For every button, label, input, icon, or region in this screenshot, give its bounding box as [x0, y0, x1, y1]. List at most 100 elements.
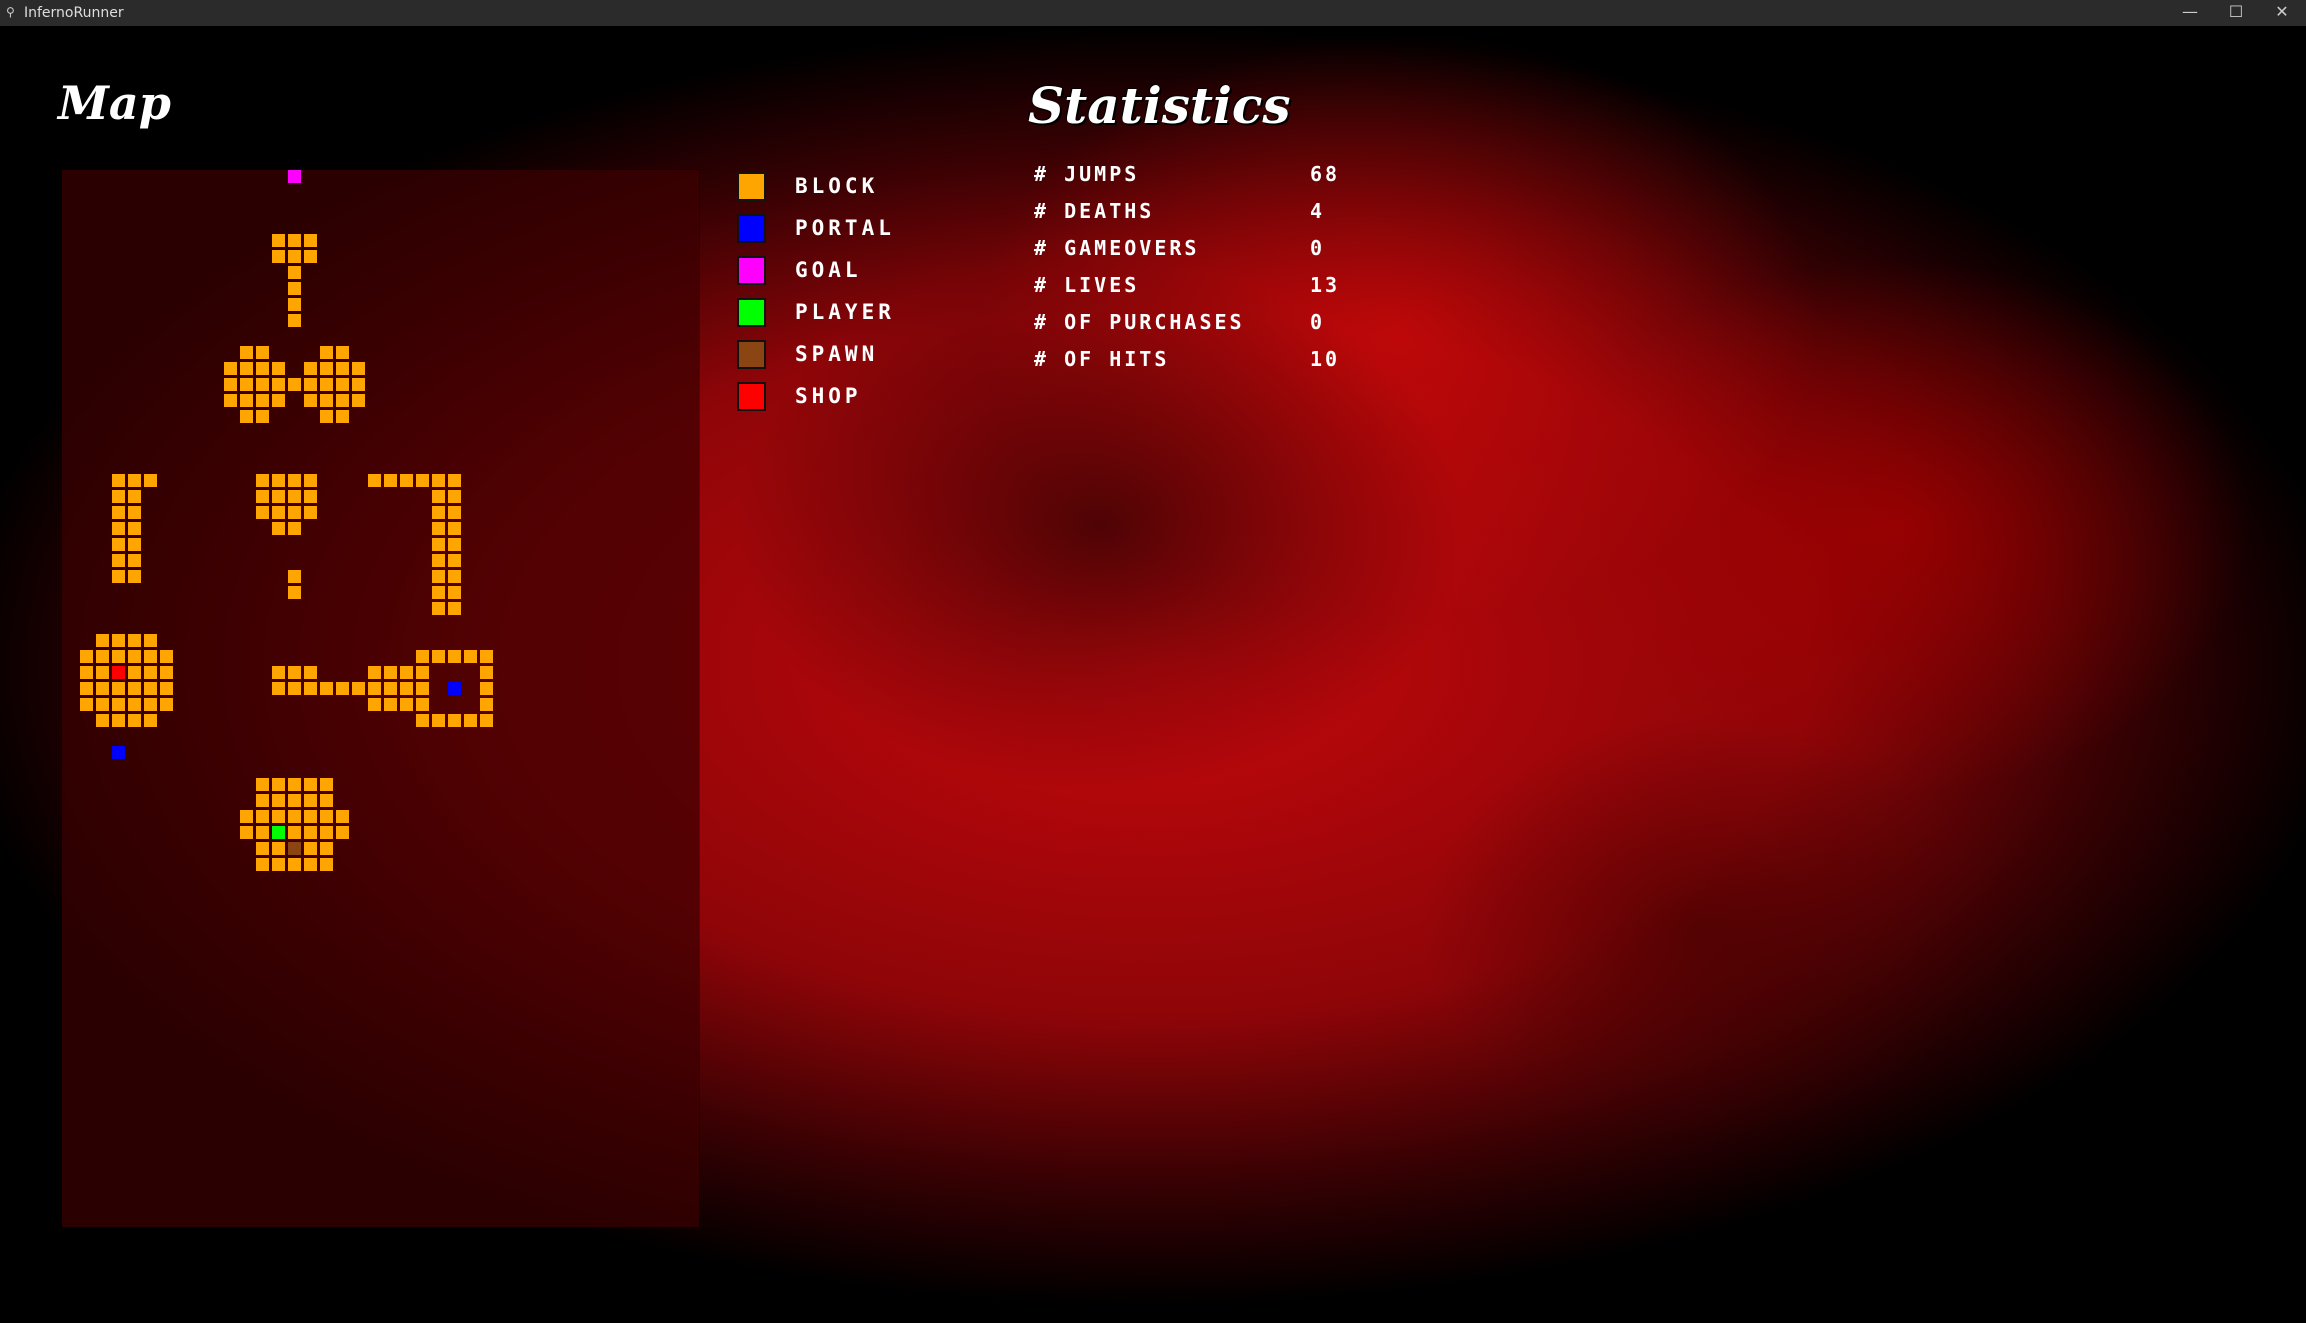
block-tile — [336, 826, 349, 839]
block-tile — [352, 378, 365, 391]
map-panel — [62, 170, 699, 1227]
block-tile — [288, 778, 301, 791]
block-tile — [400, 666, 413, 679]
block-tile — [256, 394, 269, 407]
block-tile — [304, 250, 317, 263]
block-tile — [304, 506, 317, 519]
block-tile — [224, 394, 237, 407]
stat-value: 4 — [1310, 199, 1326, 223]
window-title: InfernoRunner — [24, 5, 124, 21]
block-tile — [128, 714, 141, 727]
block-tile — [448, 602, 461, 615]
block-tile — [448, 538, 461, 551]
block-tile — [480, 698, 493, 711]
block-tile — [288, 682, 301, 695]
block-tile — [448, 650, 461, 663]
block-tile — [288, 522, 301, 535]
stat-value: 10 — [1310, 347, 1341, 371]
stat-label: # JUMPS — [1034, 162, 1140, 186]
block-tile — [128, 522, 141, 535]
block-tile — [96, 698, 109, 711]
legend-label: GOAL — [795, 258, 862, 282]
block-tile — [272, 810, 285, 823]
block-tile — [128, 682, 141, 695]
block-tile — [352, 394, 365, 407]
block-tile — [400, 682, 413, 695]
block-tile — [160, 698, 173, 711]
spawn-marker — [288, 842, 301, 855]
block-tile — [448, 522, 461, 535]
block-tile — [272, 506, 285, 519]
block-tile — [112, 554, 125, 567]
block-tile — [288, 586, 301, 599]
block-tile — [128, 634, 141, 647]
stat-label: # DEATHS — [1034, 199, 1155, 223]
block-tile — [288, 570, 301, 583]
block-tile — [256, 842, 269, 855]
block-tile — [112, 506, 125, 519]
block-tile — [304, 794, 317, 807]
block-tile — [240, 394, 253, 407]
block-tile — [112, 522, 125, 535]
block-tile — [288, 314, 301, 327]
block-tile — [256, 474, 269, 487]
block-tile — [160, 650, 173, 663]
block-tile — [272, 858, 285, 871]
block-tile — [144, 698, 157, 711]
block-tile — [432, 538, 445, 551]
stat-label: # LIVES — [1034, 273, 1140, 297]
block-tile — [96, 682, 109, 695]
block-tile — [448, 554, 461, 567]
block-tile — [144, 682, 157, 695]
block-tile — [160, 666, 173, 679]
minimize-button[interactable]: — — [2168, 0, 2212, 26]
goal-swatch-icon — [737, 256, 766, 285]
block-tile — [320, 842, 333, 855]
block-tile — [128, 554, 141, 567]
block-tile — [304, 234, 317, 247]
block-tile — [480, 650, 493, 663]
block-tile — [256, 506, 269, 519]
block-tile — [256, 826, 269, 839]
block-tile — [432, 490, 445, 503]
legend-label: PLAYER — [795, 300, 895, 324]
block-tile — [336, 378, 349, 391]
block-tile — [96, 714, 109, 727]
close-button[interactable]: ✕ — [2260, 0, 2304, 26]
block-tile — [112, 650, 125, 663]
block-tile — [112, 682, 125, 695]
block-tile — [416, 714, 429, 727]
player-swatch-icon — [737, 298, 766, 327]
stat-value: 0 — [1310, 236, 1326, 260]
block-tile — [144, 650, 157, 663]
block-tile — [448, 506, 461, 519]
block-tile — [304, 858, 317, 871]
legend-label: SHOP — [795, 384, 862, 408]
maximize-button[interactable]: ☐ — [2214, 0, 2258, 26]
block-tile — [480, 714, 493, 727]
block-tile — [256, 778, 269, 791]
block-tile — [432, 570, 445, 583]
block-tile — [256, 378, 269, 391]
block-tile — [400, 474, 413, 487]
block-tile — [352, 362, 365, 375]
block-tile — [288, 474, 301, 487]
block-tile — [128, 666, 141, 679]
block-tile — [144, 666, 157, 679]
block-tile — [432, 506, 445, 519]
block-tile — [256, 794, 269, 807]
block-tile — [272, 362, 285, 375]
block-tile — [272, 474, 285, 487]
title-bar: ⚲ InfernoRunner — ☐ ✕ — [0, 0, 2306, 26]
block-tile — [240, 378, 253, 391]
block-tile — [112, 698, 125, 711]
block-tile — [224, 378, 237, 391]
block-tile — [272, 842, 285, 855]
block-tile — [288, 794, 301, 807]
block-tile — [112, 490, 125, 503]
block-tile — [80, 650, 93, 663]
block-tile — [384, 682, 397, 695]
block-tile — [416, 474, 429, 487]
block-swatch-icon — [737, 172, 766, 201]
block-tile — [432, 602, 445, 615]
